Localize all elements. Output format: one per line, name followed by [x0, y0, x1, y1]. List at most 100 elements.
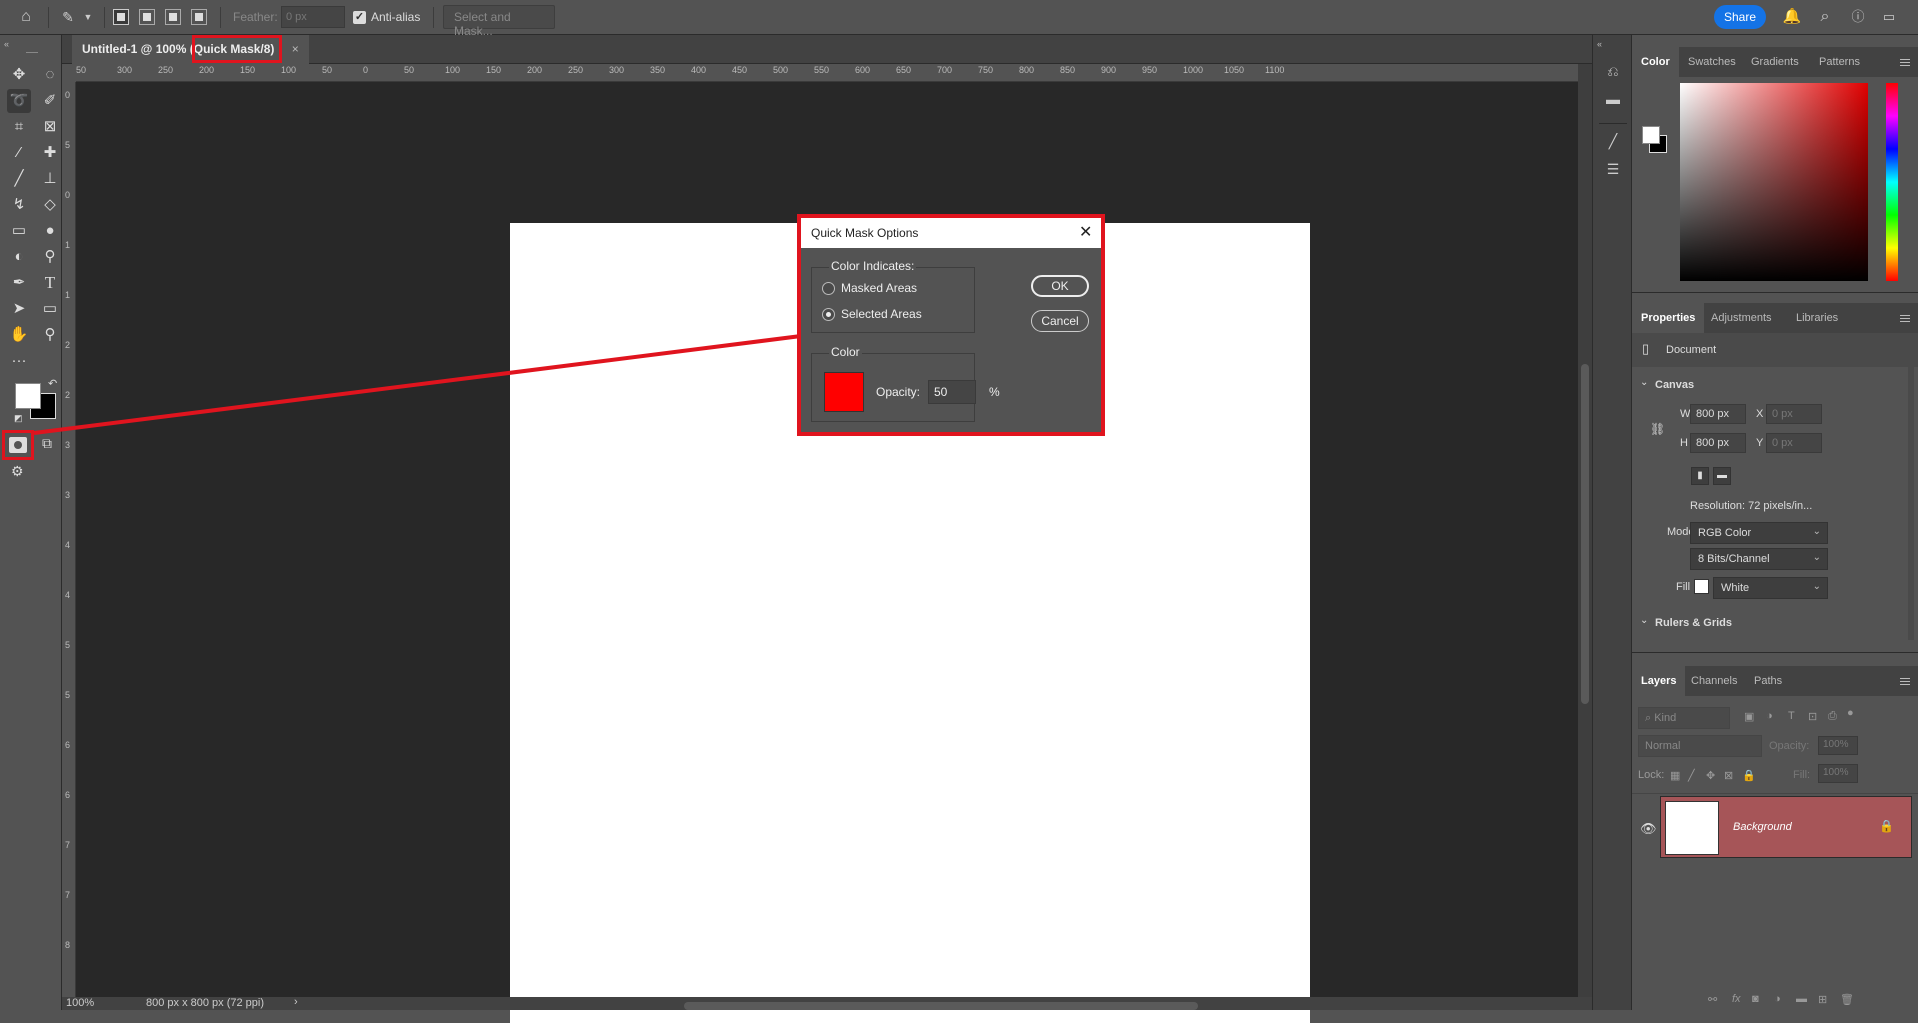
masked-areas-radio[interactable]	[822, 282, 835, 295]
new-selection-mode-icon[interactable]	[113, 9, 129, 25]
dodge-tool-icon[interactable]: ◐	[7, 245, 31, 269]
foreground-color-swatch[interactable]	[15, 383, 41, 409]
anti-alias-checkbox[interactable]: ✓	[353, 11, 366, 24]
layer-name[interactable]: Background	[1733, 821, 1792, 833]
collapse-icon[interactable]: «	[4, 39, 9, 49]
height-input[interactable]: 800 px	[1690, 433, 1746, 453]
link-icon[interactable]: ⛓	[1650, 422, 1665, 436]
expand-icon[interactable]: «	[1597, 39, 1602, 49]
opacity-input[interactable]: 50	[928, 380, 976, 404]
hue-slider[interactable]	[1886, 83, 1898, 281]
mode-select[interactable]: RGB Color ⌄	[1690, 522, 1828, 544]
new-group-icon[interactable]: ▬	[1796, 993, 1807, 1005]
adjustment-sliders-icon[interactable]: ☰	[1603, 159, 1623, 179]
lock-all-icon[interactable]: 🔒	[1742, 769, 1756, 782]
history-brush-tool-icon[interactable]: ↯	[7, 193, 31, 217]
add-mask-icon[interactable]: ◙	[1752, 993, 1759, 1005]
quick-selection-tool-icon[interactable]: ✐	[38, 89, 62, 113]
edit-toolbar-icon[interactable]: ⚙	[11, 463, 24, 480]
subtract-selection-mode-icon[interactable]	[165, 9, 181, 25]
tab-swatches[interactable]: Swatches	[1679, 47, 1745, 77]
portrait-orientation-icon[interactable]: ▮	[1691, 467, 1709, 485]
lock-transparent-icon[interactable]: ▦	[1670, 769, 1680, 782]
masked-areas-label[interactable]: Masked Areas	[841, 281, 917, 295]
marquee-tool-icon[interactable]: ◌	[38, 63, 62, 87]
filter-pixel-icon[interactable]: ▣	[1744, 710, 1754, 723]
blur-tool-icon[interactable]: ●	[38, 219, 62, 243]
blend-mode-select[interactable]: Normal	[1638, 735, 1762, 757]
zoom-lens-tool-icon[interactable]: ⚲	[38, 245, 62, 269]
healing-brush-tool-icon[interactable]: ✚	[38, 141, 62, 165]
ok-button[interactable]: OK	[1031, 275, 1089, 297]
selected-areas-radio[interactable]	[822, 308, 835, 321]
close-tab-icon[interactable]: ×	[292, 42, 299, 56]
canvas-chevron-icon[interactable]: ⌄	[1640, 377, 1648, 388]
add-selection-mode-icon[interactable]	[139, 9, 155, 25]
eyedropper-tool-icon[interactable]: ⁄	[7, 141, 31, 165]
path-selection-tool-icon[interactable]: ➤	[7, 297, 31, 321]
color-panel-foreground-swatch[interactable]	[1642, 126, 1660, 144]
filter-shape-icon[interactable]: ⊡	[1808, 710, 1817, 723]
fill-swatch[interactable]	[1694, 579, 1709, 594]
history-icon[interactable]: ⎌	[1603, 61, 1623, 81]
layer-opacity-input[interactable]: 100%	[1818, 736, 1858, 755]
screen-mode-icon[interactable]: ⧉	[42, 435, 52, 452]
search-icon[interactable]: ⌕	[1815, 7, 1835, 27]
select-and-mask-button[interactable]: Select and Mask...	[443, 5, 555, 38]
delete-layer-icon[interactable]: 🗑	[1840, 993, 1854, 1006]
properties-scrollbar[interactable]	[1908, 340, 1914, 640]
layer-row-background[interactable]: Background 🔒	[1660, 796, 1912, 858]
brush-settings-icon[interactable]: ╱	[1603, 131, 1623, 151]
color-field[interactable]	[1680, 83, 1868, 281]
layer-lock-icon[interactable]: 🔒	[1879, 819, 1894, 833]
panel-menu-icon[interactable]	[1900, 59, 1910, 66]
hand-tool-icon[interactable]: ✋	[7, 323, 31, 347]
eye-icon[interactable]: 👁	[1640, 821, 1657, 837]
tab-patterns[interactable]: Patterns	[1810, 47, 1869, 77]
link-layers-icon[interactable]: ⚯	[1708, 993, 1717, 1006]
workspace-icon[interactable]: ▭	[1879, 7, 1899, 27]
gradient-tool-icon[interactable]: ▭	[7, 219, 31, 243]
canvas-section-label[interactable]: Canvas	[1655, 379, 1694, 391]
layer-kind-filter[interactable]: ⌕ Kind	[1638, 707, 1730, 729]
brush-tool-icon[interactable]: ╱	[7, 167, 31, 191]
chevron-down-icon[interactable]: ▼	[78, 7, 98, 27]
lasso-tool-preset-icon[interactable]: ✎	[58, 7, 78, 27]
eraser-tool-icon[interactable]: ◇	[38, 193, 62, 217]
bit-depth-select[interactable]: 8 Bits/Channel ⌄	[1690, 548, 1828, 570]
tab-libraries[interactable]: Libraries	[1787, 303, 1847, 333]
panel-menu-icon[interactable]	[1900, 315, 1910, 322]
status-arrow-icon[interactable]: ›	[294, 996, 298, 1008]
filter-smart-object-icon[interactable]: ⎙	[1828, 710, 1837, 723]
lock-pixels-icon[interactable]: ╱	[1688, 769, 1695, 782]
help-icon[interactable]: ⓘ	[1848, 7, 1868, 27]
move-tool-icon[interactable]: ✥	[7, 63, 31, 87]
tab-gradients[interactable]: Gradients	[1742, 47, 1808, 77]
bell-icon[interactable]: 🔔	[1782, 7, 1802, 27]
rulers-chevron-icon[interactable]: ⌄	[1640, 615, 1648, 626]
scrollbar-thumb[interactable]	[1581, 364, 1589, 704]
new-adjustment-icon[interactable]: ◑	[1774, 993, 1781, 1005]
pen-tool-icon[interactable]: ✒	[7, 271, 31, 295]
horizontal-scrollbar-thumb[interactable]	[684, 1002, 1198, 1010]
filter-toggle-icon[interactable]: ●	[1847, 707, 1854, 719]
share-button[interactable]: Share	[1714, 5, 1766, 29]
quick-mask-mode-icon[interactable]	[9, 437, 27, 453]
intersect-selection-mode-icon[interactable]	[191, 9, 207, 25]
zoom-tool-icon[interactable]: ⚲	[38, 323, 62, 347]
tab-adjustments[interactable]: Adjustments	[1702, 303, 1781, 333]
feather-input[interactable]: 0 px	[281, 6, 345, 28]
mask-color-swatch[interactable]	[824, 372, 864, 412]
lock-position-icon[interactable]: ✥	[1706, 769, 1715, 782]
panel-menu-icon[interactable]	[1900, 678, 1910, 685]
filter-adjustment-icon[interactable]: ◑	[1766, 710, 1773, 722]
landscape-orientation-icon[interactable]: ▬	[1713, 467, 1731, 485]
tab-color[interactable]: Color	[1632, 47, 1679, 77]
default-colors-icon[interactable]: ◩	[14, 413, 23, 424]
tab-layers[interactable]: Layers	[1632, 666, 1686, 696]
layer-style-icon[interactable]: fx	[1732, 993, 1741, 1005]
width-input[interactable]: 800 px	[1690, 404, 1746, 424]
zoom-level[interactable]: 100%	[66, 997, 94, 1009]
fill-select[interactable]: White ⌄	[1713, 577, 1828, 599]
vertical-scrollbar[interactable]	[1578, 64, 1592, 997]
